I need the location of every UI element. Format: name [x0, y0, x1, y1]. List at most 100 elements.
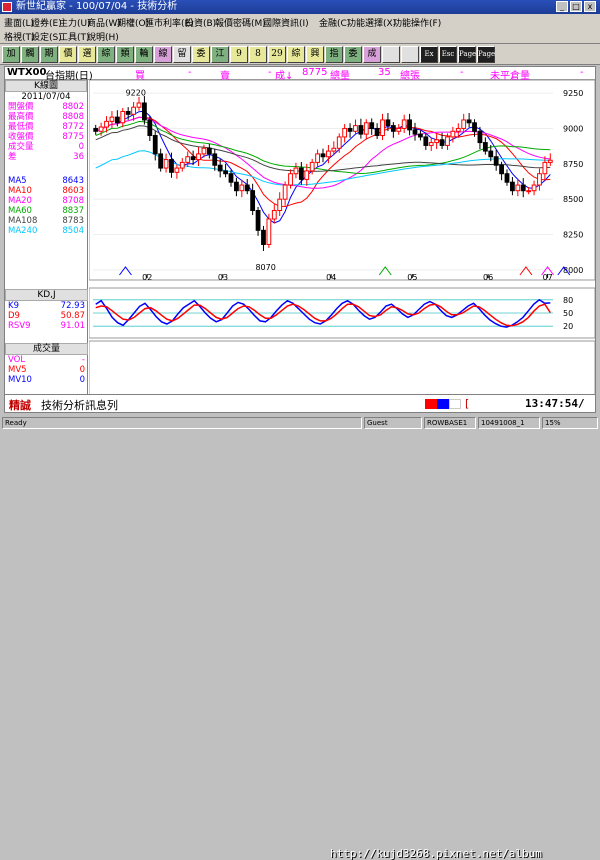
status-light-white	[449, 399, 461, 409]
candle-body	[331, 147, 337, 152]
menu-item[interactable]: 格視(T)	[4, 30, 35, 43]
candle-body	[131, 106, 136, 115]
menu-item[interactable]: 商品(W)	[87, 16, 121, 29]
candle-body	[358, 125, 364, 135]
indicator-value: 8504	[62, 226, 84, 236]
candle-body	[212, 153, 218, 166]
indicator-label: 成交量	[8, 142, 34, 152]
candle-body	[239, 184, 245, 192]
indicator-row: MA240 8504	[5, 226, 87, 236]
indicator-value: 8643	[62, 176, 84, 186]
candle-body	[288, 173, 293, 186]
candle-body	[158, 153, 164, 169]
indicator-value: -	[81, 355, 85, 365]
month-label: 03	[218, 273, 228, 282]
toolbar-button[interactable]: 興	[306, 46, 324, 63]
percent-text: 15%	[542, 417, 598, 429]
menu-item[interactable]: 投資(B)	[185, 16, 216, 29]
indicator-row: MV5 0	[5, 365, 88, 375]
toolbar-button[interactable]: 類	[116, 46, 134, 63]
toolbar-button[interactable]: 留	[173, 46, 191, 63]
toolbar-button[interactable]	[401, 46, 419, 63]
status-light-red	[425, 399, 437, 409]
toolbar-button[interactable]: 8	[249, 46, 267, 63]
toolbar-button[interactable]: 價	[59, 46, 77, 63]
candle-body	[390, 125, 396, 132]
maximize-button[interactable]: □	[570, 1, 582, 12]
indicator-row: MA5 8643	[5, 176, 87, 186]
minimize-button[interactable]: _	[556, 1, 568, 12]
indicator-row: MA20 8708	[5, 196, 87, 206]
indicator-value: 0	[78, 142, 84, 152]
toolbar-button[interactable]: 加	[2, 46, 20, 63]
status-light-blue	[437, 399, 449, 409]
indicator-row: 開盤價 8802	[5, 102, 87, 112]
toolbar-button[interactable]: 輪	[135, 46, 153, 63]
toolbar-button[interactable]: 選	[78, 46, 96, 63]
candle-body	[428, 142, 434, 146]
candle-body	[201, 147, 207, 155]
indicator-row: MV10 0	[5, 375, 88, 385]
indicator-value: 8802	[62, 102, 84, 112]
candle-body	[385, 119, 391, 127]
symbol-code[interactable]: WTX00	[7, 67, 46, 78]
toolbar-button[interactable]: 線	[154, 46, 172, 63]
candle-body	[309, 161, 315, 172]
menu-item[interactable]: 畫面(L)	[4, 16, 34, 29]
toolbar-button[interactable]: 期	[40, 46, 58, 63]
candle-body	[234, 181, 239, 192]
menu-item[interactable]: 國際資訊(I)	[263, 16, 309, 29]
trade-label-dash: -	[268, 67, 272, 78]
menu-item[interactable]: 說明(H)	[87, 30, 119, 43]
candle-body	[526, 190, 532, 193]
toolbar-button[interactable]: 9	[230, 46, 248, 63]
toolbar-button[interactable]: 成	[363, 46, 381, 63]
price-tick-label: 8750	[563, 160, 583, 169]
toolbar-nav-button[interactable]: Esc	[439, 46, 457, 63]
indicator-label: MA60	[8, 206, 32, 216]
menu-item[interactable]: 工具(T)	[59, 30, 90, 43]
menu-item[interactable]: 設定(S)	[31, 30, 62, 43]
toolbar-nav-button[interactable]: Ex	[420, 46, 438, 63]
watermark-url: http://kujd3268.pixnet.net/album	[330, 847, 542, 860]
candle-body	[250, 190, 256, 212]
candle-body	[499, 164, 504, 175]
toolbar-button[interactable]	[382, 46, 400, 63]
close-button[interactable]: x	[584, 1, 596, 12]
toolbar-nav-button[interactable]: Page	[477, 46, 495, 63]
toolbar-button[interactable]: 江	[211, 46, 229, 63]
candle-body	[374, 127, 380, 137]
candle-body	[261, 229, 266, 245]
candle-body	[282, 184, 288, 200]
candle-body	[185, 156, 191, 163]
candle-body	[412, 129, 418, 135]
chart-window: WTX00 台指期(日) 買 - 賣 - 成↓ 8775 總量 35 總張 - …	[4, 66, 596, 412]
toolbar-button[interactable]: 綜	[287, 46, 305, 63]
toolbar-button[interactable]: 觸	[21, 46, 39, 63]
toolbar-button[interactable]: 委	[192, 46, 210, 63]
menu-item[interactable]: 主力(U)	[59, 16, 91, 29]
menu-item[interactable]: 功能選擇(X)	[347, 16, 396, 29]
toolbar-nav-button[interactable]: Page	[458, 46, 476, 63]
menu-item[interactable]: 證券(E)	[31, 16, 62, 29]
toolbar-button[interactable]: 綜	[97, 46, 115, 63]
change-value: 35	[378, 67, 391, 78]
toolbar-button[interactable]: 委	[344, 46, 362, 63]
indicator-value: 72.93	[60, 301, 85, 311]
indicator-value: 36	[73, 152, 84, 162]
menu-item[interactable]: 報價密碼(M)	[215, 16, 266, 29]
menu-bar: 畫面(L) 證券(E) 主力(U) 商品(W) 期權(O) 匯市利率(E) 投資(B) 報價密…	[0, 14, 600, 44]
toolbar-button[interactable]: 29	[268, 46, 286, 63]
menu-item[interactable]: 金融(C)	[319, 16, 350, 29]
toolbar-button[interactable]: 指	[325, 46, 343, 63]
indicator-row: VOL -	[5, 355, 88, 365]
menu-item[interactable]: 功能操作(F)	[393, 16, 441, 29]
month-label: 04	[326, 273, 336, 282]
indicator-label: MA5	[8, 176, 27, 186]
candle-body	[104, 120, 109, 128]
indicator-row: 最低價 8772	[5, 122, 87, 132]
indicator-label: 最低價	[8, 122, 34, 132]
candle-body	[482, 142, 488, 152]
candle-body	[515, 184, 521, 192]
candle-body	[342, 127, 348, 138]
